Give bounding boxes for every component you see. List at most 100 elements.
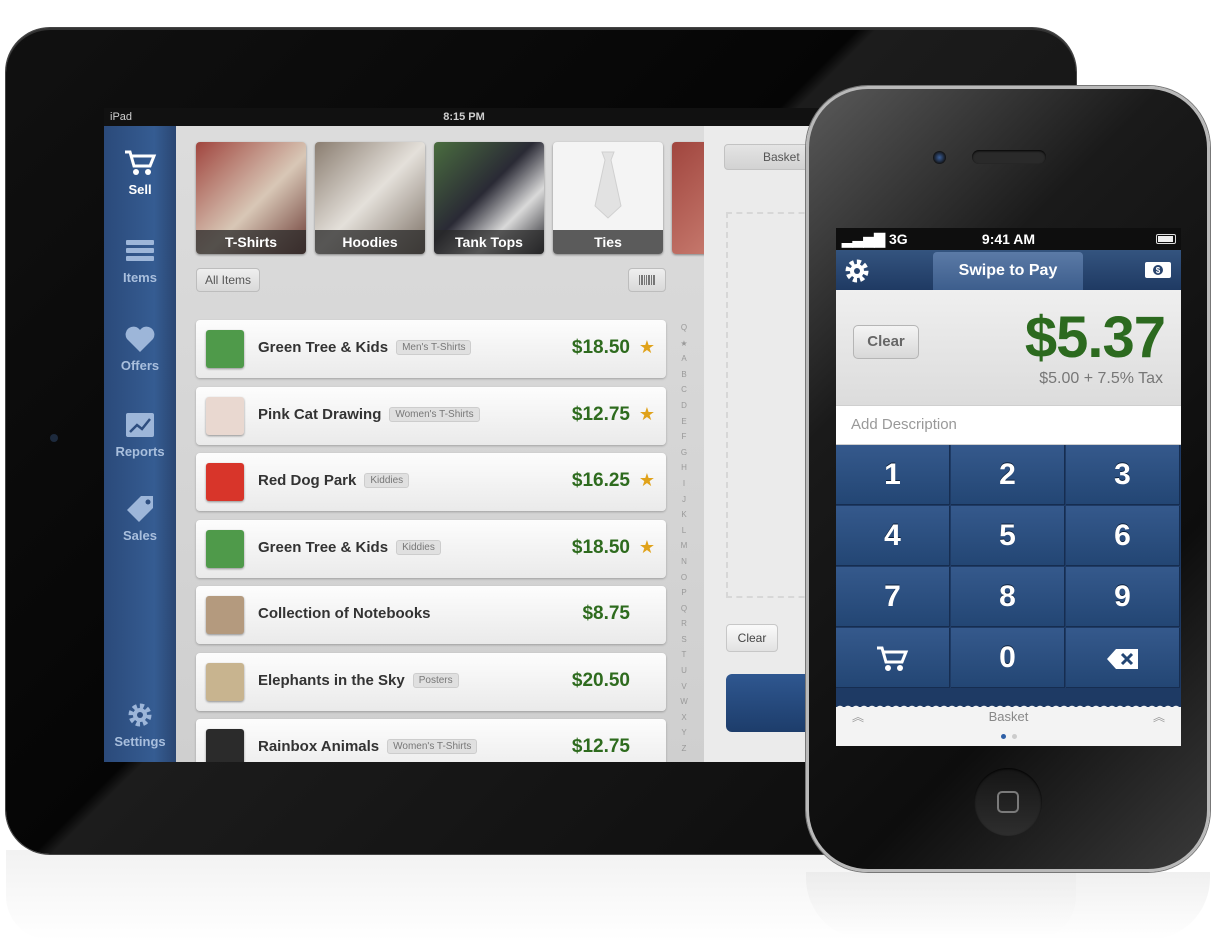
digit-key-1[interactable]: 1: [836, 445, 950, 505]
alphabet-letter[interactable]: Z: [676, 741, 692, 757]
keypad: 123 456 7890: [836, 445, 1181, 707]
alphabet-letter[interactable]: L: [676, 523, 692, 539]
favorite-star-icon[interactable]: ★: [639, 337, 655, 358]
sidebar-item-sales[interactable]: Sales: [104, 494, 176, 543]
barcode-button[interactable]: [628, 268, 666, 292]
item-price: $20.50: [571, 669, 630, 691]
item-thumbnail: [206, 330, 244, 368]
alphabet-letter[interactable]: T: [676, 647, 692, 663]
alphabet-letter[interactable]: H: [676, 460, 692, 476]
alphabet-letter[interactable]: V: [676, 679, 692, 695]
alphabet-letter[interactable]: D: [676, 398, 692, 414]
sidebar-label-settings: Settings: [114, 734, 166, 749]
digit-key-0[interactable]: 0: [951, 628, 1065, 688]
sidebar-item-sell[interactable]: Sell: [104, 148, 176, 197]
clear-button[interactable]: Clear: [853, 325, 919, 359]
item-row[interactable]: Elephants in the Sky Posters $20.50: [196, 652, 666, 711]
item-name: Pink Cat Drawing Women's T-Shirts: [258, 406, 480, 423]
cash-icon[interactable]: $: [1145, 262, 1171, 278]
all-items-filter[interactable]: All Items: [196, 268, 261, 292]
favorite-star-icon[interactable]: ★: [639, 404, 655, 425]
page-dot: [1011, 734, 1017, 739]
alphabet-letter[interactable]: X: [676, 710, 692, 726]
basket-clear-button[interactable]: Clear: [726, 624, 778, 652]
alphabet-letter[interactable]: M: [676, 538, 692, 554]
alphabet-letter[interactable]: S: [676, 632, 692, 648]
chevron-up-icon: ︽: [852, 710, 865, 724]
item-row[interactable]: Rainbox Animals Women's T-Shirts $12.75: [196, 719, 666, 762]
chevron-up-icon: ︽: [1152, 710, 1165, 724]
basket-bar[interactable]: ︽ Basket ︽: [836, 707, 1181, 727]
item-row[interactable]: Red Dog Park Kiddies $16.25 ★: [196, 453, 666, 511]
sidebar-label-items: Items: [123, 270, 157, 285]
item-row[interactable]: Green Tree & Kids Kiddies $18.50 ★: [196, 519, 666, 578]
alphabet-letter[interactable]: I: [676, 476, 692, 492]
item-price: $18.50: [571, 337, 630, 358]
favorite-star-icon[interactable]: ★: [639, 470, 655, 491]
alphabet-letter[interactable]: Q: [676, 320, 692, 336]
description-input[interactable]: Add Description: [836, 405, 1181, 445]
digit-key-7[interactable]: 7: [836, 567, 950, 627]
alphabet-letter[interactable]: N: [676, 554, 692, 570]
alphabet-letter[interactable]: B: [676, 367, 692, 383]
alphabet-letter[interactable]: C: [676, 382, 692, 398]
alphabet-letter[interactable]: P: [676, 585, 692, 601]
sidebar-label-sell: Sell: [128, 182, 152, 197]
item-catalog: T-Shirts Hoodies Tank Tops Ties All Item…: [176, 126, 712, 762]
swipe-to-pay-tab[interactable]: Swipe to Pay: [933, 252, 1083, 290]
ipad-camera: [50, 434, 58, 442]
device-scene: iPad 8:15 PM Sell Items Offers Reports S…: [0, 0, 1216, 940]
basket-label: Basket: [988, 709, 1029, 724]
digit-key-6[interactable]: 6: [1066, 506, 1180, 566]
favorite-star-icon[interactable]: ★: [639, 537, 655, 558]
sidebar-item-settings[interactable]: Settings: [104, 700, 176, 749]
alphabet-letter[interactable]: W: [676, 694, 692, 710]
amount-display: $5.37: [1024, 305, 1166, 370]
alphabet-letter[interactable]: K: [676, 507, 692, 523]
digit-key-3[interactable]: 3: [1066, 445, 1180, 505]
tie-icon: [594, 151, 622, 219]
alphabet-letter[interactable]: ★: [676, 336, 692, 352]
digit-key-8[interactable]: 8: [951, 567, 1065, 627]
digit-key-9[interactable]: 9: [1066, 567, 1180, 627]
digit-key-5[interactable]: 5: [951, 506, 1065, 566]
ipad-screen: iPad 8:15 PM Sell Items Offers Reports S…: [104, 108, 824, 762]
category-tile-tshirts[interactable]: T-Shirts: [196, 142, 306, 254]
sidebar-item-offers[interactable]: Offers: [104, 324, 176, 373]
sidebar-item-reports[interactable]: Reports: [104, 410, 176, 459]
category-tile-ties[interactable]: Ties: [553, 142, 663, 254]
alphabet-letter[interactable]: G: [676, 445, 692, 461]
category-tile-tank-tops[interactable]: Tank Tops: [434, 142, 544, 254]
sidebar-item-items[interactable]: Items: [104, 236, 176, 285]
backspace-icon: [1106, 649, 1138, 670]
home-button[interactable]: [974, 768, 1042, 836]
alphabet-letter[interactable]: O: [676, 570, 692, 586]
item-row[interactable]: Collection of Notebooks $8.75: [196, 586, 666, 644]
alphabet-letter[interactable]: Q: [676, 601, 692, 617]
category-tile-hoodies[interactable]: Hoodies: [315, 142, 425, 254]
item-name-text: Pink Cat Drawing: [258, 405, 382, 423]
alphabet-index[interactable]: Q ★ A B C D E F G H I J K L M N O P Q R S T U V W X Y Z: [676, 320, 692, 757]
cart-icon: [876, 646, 908, 672]
settings-gear-icon[interactable]: [844, 258, 870, 284]
alphabet-letter[interactable]: U: [676, 663, 692, 679]
alphabet-letter[interactable]: A: [676, 351, 692, 367]
category-label: T-Shirts: [196, 230, 306, 254]
item-thumbnail: [206, 662, 244, 701]
alphabet-letter[interactable]: J: [676, 492, 692, 508]
battery-icon: [1156, 234, 1176, 244]
home-square-icon: [997, 791, 1019, 813]
item-row[interactable]: Green Tree & Kids Men's T-Shirts $18.50 ★: [196, 320, 666, 378]
iphone-camera: [933, 151, 946, 164]
backspace-key[interactable]: [1066, 628, 1180, 688]
digit-key-2[interactable]: 2: [951, 445, 1065, 505]
item-thumbnail: [206, 529, 244, 568]
digit-key-4[interactable]: 4: [836, 506, 950, 566]
item-category-tag: Posters: [412, 672, 459, 688]
alphabet-letter[interactable]: E: [676, 414, 692, 430]
alphabet-letter[interactable]: F: [676, 429, 692, 445]
add-to-basket-key[interactable]: [836, 628, 950, 688]
alphabet-letter[interactable]: Y: [676, 725, 692, 741]
alphabet-letter[interactable]: R: [676, 616, 692, 632]
item-row[interactable]: Pink Cat Drawing Women's T-Shirts $12.75 ★: [196, 386, 666, 445]
